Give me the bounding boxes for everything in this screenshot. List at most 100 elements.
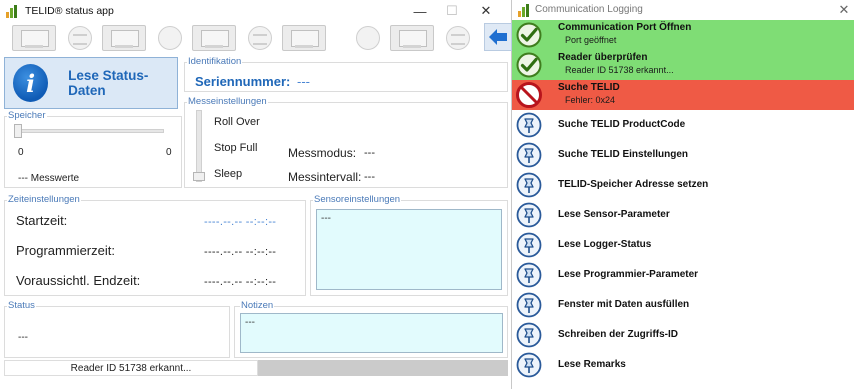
tag-product-icon[interactable] [192, 25, 236, 51]
close-button[interactable]: ✕ [470, 0, 502, 22]
back-arrow-icon[interactable] [484, 23, 512, 51]
status-app-window: TELID® status app — ☐ ✕ i Lese Status-Da… [0, 0, 512, 389]
window-title: TELID® status app [25, 5, 114, 17]
sensor-tag-icon[interactable] [248, 26, 272, 50]
log-entry-title: Lese Logger-Status [558, 239, 652, 250]
minimize-button[interactable]: — [404, 0, 436, 22]
log-entry: Reader überprüfen Reader ID 51738 erkannt… [512, 50, 854, 80]
log-entry: Schreiben der Zugriffs-ID [512, 320, 854, 350]
log-entry: Suche TELID Einstellungen [512, 140, 854, 170]
log-entry-title: Reader überprüfen [558, 52, 648, 63]
log-entry-title: Lese Sensor-Parameter [558, 209, 670, 220]
maximize-button[interactable]: ☐ [436, 0, 468, 22]
tag-product-icon[interactable] [390, 25, 434, 51]
log-entry: Lese Logger-Status [512, 230, 854, 260]
zeiteinstellungen-label: Zeiteinstellungen [7, 194, 81, 205]
pin-icon [516, 142, 542, 168]
speicher-max-value: 0 [166, 147, 172, 158]
sensor-settings-textarea[interactable]: --- [316, 209, 502, 290]
notizen-label: Notizen [240, 300, 275, 311]
read-status-button[interactable]: i Lese Status-Daten [4, 57, 178, 109]
pin-icon [516, 262, 542, 288]
round-tag-icon[interactable] [356, 26, 380, 50]
pin-icon [516, 202, 542, 228]
logging-window-title: Communication Logging [535, 4, 643, 15]
sleep-option[interactable]: Sleep [214, 168, 242, 180]
endzeit-label: Voraussichtl. Endzeit: [16, 273, 141, 288]
programmierzeit-label: Programmierzeit: [16, 243, 115, 258]
telid-logo-icon [6, 4, 20, 18]
serial-number-label: Seriennummer: [195, 74, 291, 89]
messintervall-label: Messintervall: [288, 170, 362, 184]
title-bar[interactable]: TELID® status app — ☐ ✕ [0, 0, 511, 22]
log-entry: Fenster mit Daten ausfüllen [512, 290, 854, 320]
telid-logo-icon [518, 3, 532, 17]
endzeit-value: ----.--.-- --:--:-- [204, 276, 277, 288]
identifikation-label: Identifikation [187, 56, 243, 67]
speicher-min-value: 0 [18, 147, 24, 158]
log-entry-title: Suche TELID [558, 82, 620, 93]
sensor-tag-icon[interactable] [446, 26, 470, 50]
progress-bar [258, 360, 508, 376]
messmode-slider-thumb[interactable] [193, 172, 205, 181]
log-entry-title: Communication Port Öffnen [558, 22, 692, 33]
pin-icon [516, 352, 542, 378]
pin-icon [516, 322, 542, 348]
log-entry: TELID-Speicher Adresse setzen [512, 170, 854, 200]
log-entry: Suche TELID ProductCode [512, 110, 854, 140]
log-entry-title: Lese Remarks [558, 359, 626, 370]
check-icon [516, 22, 542, 48]
serial-number-value: --- [297, 74, 310, 89]
tag-product-icon[interactable] [102, 25, 146, 51]
messmodus-value: --- [364, 147, 375, 159]
log-entry-detail: Reader ID 51738 erkannt... [565, 65, 674, 75]
speicher-slider-thumb[interactable] [14, 124, 22, 138]
status-bar: Reader ID 51738 erkannt... [4, 360, 508, 376]
startzeit-label: Startzeit: [16, 213, 68, 228]
log-entry-title: Schreiben der Zugriffs-ID [558, 329, 679, 340]
log-entry-title: Suche TELID Einstellungen [558, 149, 689, 160]
info-icon: i [13, 64, 49, 102]
log-entry-detail: Fehler: 0x24 [565, 95, 616, 105]
status-value: --- [18, 332, 28, 343]
log-entry: Lese Sensor-Parameter [512, 200, 854, 230]
log-entry: Lese Programmier-Parameter [512, 260, 854, 290]
communication-logging-window: Communication Logging ✕ Communication Po… [512, 0, 860, 389]
log-entry-title: Fenster mit Daten ausfüllen [558, 299, 690, 310]
tag-product-icon[interactable] [282, 25, 326, 51]
notes-textarea[interactable]: --- [240, 313, 503, 353]
tag-product-icon[interactable] [12, 25, 56, 51]
statusbar-text: Reader ID 51738 erkannt... [4, 360, 258, 376]
messintervall-value: --- [364, 171, 375, 183]
read-status-button-label: Lese Status-Daten [68, 68, 149, 98]
pin-icon [516, 292, 542, 318]
round-tag-icon[interactable] [158, 26, 182, 50]
toolbar [4, 23, 512, 53]
log-entry: Suche TELID Fehler: 0x24 [512, 80, 854, 110]
log-entry: Communication Port Öffnen Port geöffnet [512, 20, 854, 50]
messmodus-label: Messmodus: [288, 146, 357, 160]
no-entry-icon [516, 82, 542, 108]
log-entry-title: TELID-Speicher Adresse setzen [558, 179, 709, 190]
logging-close-button[interactable]: ✕ [832, 1, 856, 19]
log-entry-title: Suche TELID ProductCode [558, 119, 686, 130]
pin-icon [516, 112, 542, 138]
messeinstellungen-label: Messeinstellungen [187, 96, 268, 107]
log-entry-detail: Port geöffnet [565, 35, 617, 45]
pin-icon [516, 172, 542, 198]
roll-over-option[interactable]: Roll Over [214, 116, 260, 128]
log-entry-title: Lese Programmier-Parameter [558, 269, 699, 280]
log-entry: Lese Remarks [512, 350, 854, 380]
speicher-label: Speicher [7, 110, 47, 121]
pin-icon [516, 232, 542, 258]
programmierzeit-value: ----.--.-- --:--:-- [204, 246, 277, 258]
status-group [4, 306, 230, 358]
sensor-tag-icon[interactable] [68, 26, 92, 50]
check-icon [516, 52, 542, 78]
messwerte-count: --- Messwerte [18, 173, 80, 184]
sensoreinstellungen-label: Sensoreinstellungen [313, 194, 402, 205]
stop-full-option[interactable]: Stop Full [214, 142, 257, 154]
startzeit-value: ----.--.-- --:--:-- [204, 216, 277, 228]
status-label: Status [7, 300, 36, 311]
speicher-slider-track[interactable] [16, 129, 164, 133]
